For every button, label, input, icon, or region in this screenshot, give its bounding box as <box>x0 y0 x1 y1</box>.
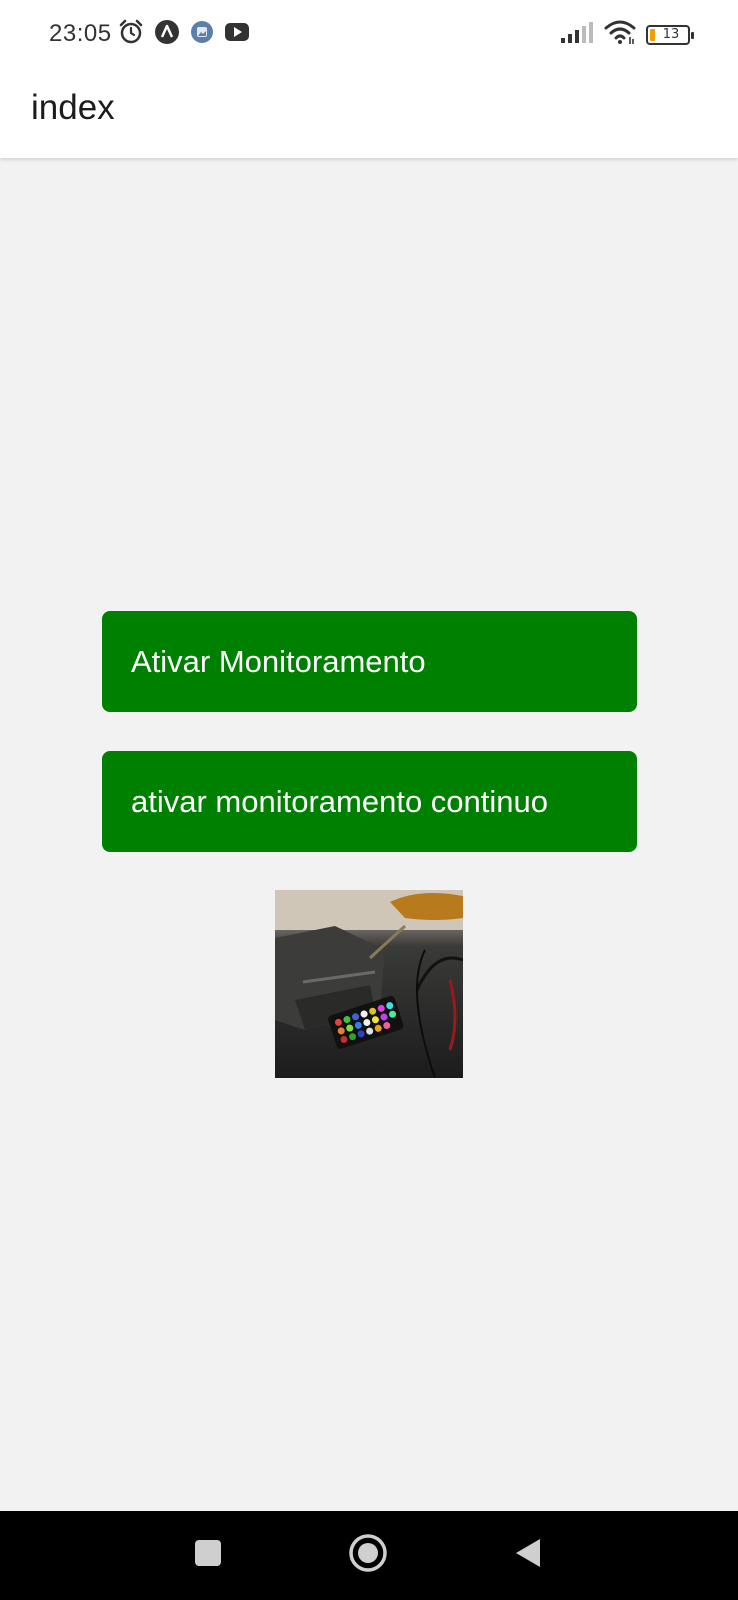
status-bar: 23:05 13 <box>0 0 738 66</box>
battery-level: 13 <box>662 27 680 42</box>
status-icons-right: 13 <box>560 19 694 50</box>
alarm-icon <box>118 19 144 50</box>
signal-icon <box>560 20 594 49</box>
back-icon <box>514 1537 542 1574</box>
app-header: index <box>0 66 738 158</box>
activate-continuous-monitoring-button[interactable]: ativar monitoramento continuo <box>102 751 637 852</box>
system-navigation-bar <box>0 1511 738 1600</box>
status-time: 23:05 <box>49 20 112 47</box>
navigation-arrow-icon <box>154 19 180 50</box>
home-button[interactable] <box>338 1511 398 1600</box>
home-icon <box>348 1533 388 1578</box>
wifi-icon <box>604 19 636 50</box>
back-button[interactable] <box>498 1511 558 1600</box>
gallery-notification-icon <box>190 20 214 49</box>
status-icons-left <box>118 19 250 50</box>
captured-photo <box>275 890 463 1078</box>
youtube-icon <box>224 21 250 48</box>
battery-icon: 13 <box>646 24 694 45</box>
recents-button[interactable] <box>178 1511 238 1600</box>
page-title: index <box>31 88 115 127</box>
recents-icon <box>194 1539 222 1572</box>
activate-monitoring-button[interactable]: Ativar Monitoramento <box>102 611 637 712</box>
